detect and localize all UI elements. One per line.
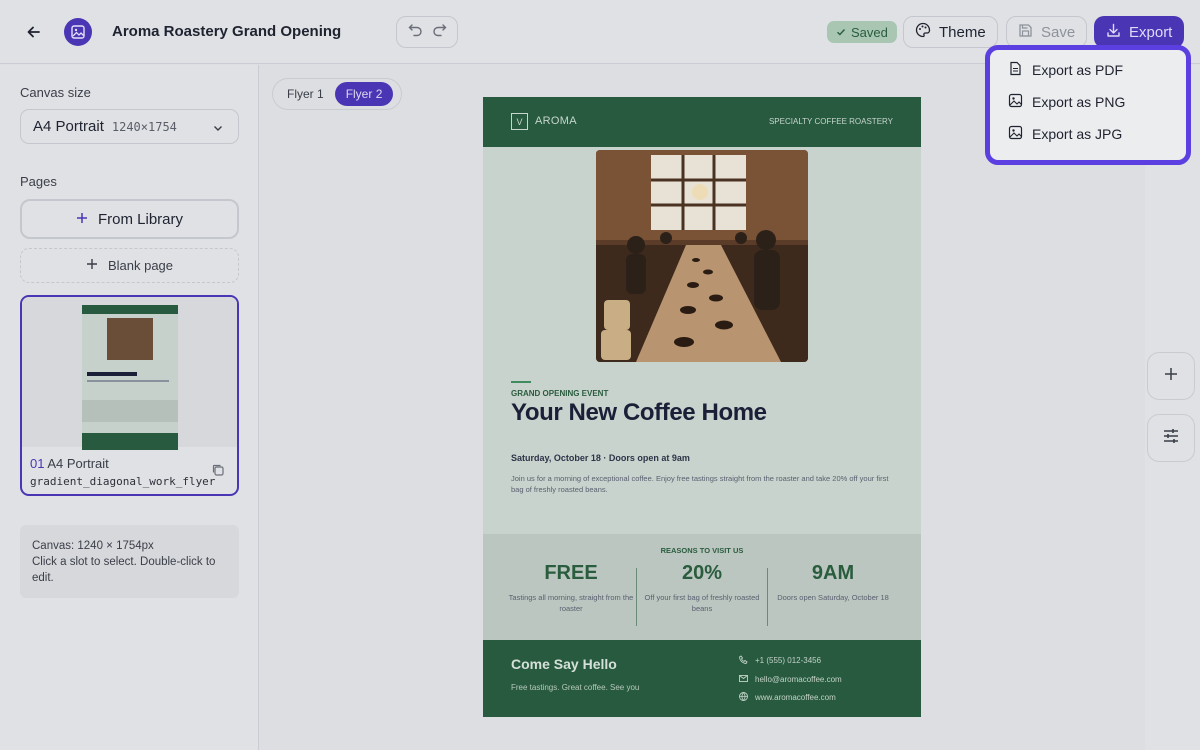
web-text: www.aromacoffee.com: [755, 693, 836, 702]
blank-page-label: Blank page: [107, 258, 174, 273]
adjust-settings-button[interactable]: [1147, 414, 1195, 462]
sliders-icon: [1162, 427, 1180, 450]
image-app-icon: [64, 18, 92, 46]
export-dropdown-menu: Export as PDF Export as PNG Export as JP…: [985, 45, 1191, 165]
from-library-button[interactable]: From Library: [20, 199, 239, 239]
flyer-header[interactable]: V AROMA SPECIALTY COFFEE ROASTERY: [483, 97, 921, 147]
image-icon: [1008, 93, 1023, 111]
email-text: hello@aromacoffee.com: [755, 675, 842, 684]
reason-value: 9AM: [811, 562, 855, 584]
brand-name: AROMA: [535, 115, 577, 127]
export-pdf-item[interactable]: Export as PDF: [994, 54, 1182, 86]
page-card[interactable]: 01 A4 Portrait gradient_diagonal_work_fl…: [20, 295, 239, 496]
export-jpg-label: Export as JPG: [1032, 126, 1123, 142]
theme-button[interactable]: Theme: [903, 16, 998, 48]
canvas-size-value: A4 Portrait: [33, 118, 104, 135]
blank-page-button[interactable]: Blank page: [20, 248, 239, 283]
plus-icon: [76, 211, 88, 228]
event-description[interactable]: Join us for a morning of exceptional cof…: [511, 473, 901, 495]
right-toolbar: [1145, 65, 1200, 750]
pages-label: Pages: [20, 174, 57, 189]
undo-icon[interactable]: [408, 22, 423, 42]
page-name: A4 Portrait: [47, 456, 109, 471]
theme-label: Theme: [939, 23, 986, 41]
canvas-info-panel: Canvas: 1240 × 1754px Click a slot to se…: [20, 525, 239, 598]
canvas-info-line: Canvas: 1240 × 1754px: [32, 540, 154, 552]
reason-text: Doors open Saturday, October 18: [777, 593, 889, 602]
canvas-size-label: Canvas size: [20, 85, 91, 100]
tab-flyer-1[interactable]: Flyer 1: [276, 82, 335, 106]
globe-icon: [739, 692, 748, 703]
accent-rule: [511, 381, 531, 383]
from-library-label: From Library: [97, 210, 183, 228]
coffee-shop-photo[interactable]: [596, 150, 808, 362]
reasons-section[interactable]: REASONS TO VISIT US FREE Tastings all mo…: [483, 534, 921, 640]
contact-web: www.aromacoffee.com: [739, 692, 836, 703]
export-label: Export: [1129, 23, 1173, 41]
footer-subtitle: Free tastings. Great coffee. See you: [511, 683, 640, 692]
phone-icon: [739, 655, 748, 666]
save-button[interactable]: Save: [1006, 16, 1088, 48]
saved-label: Saved: [851, 24, 888, 40]
reason-value: FREE: [544, 562, 598, 584]
canvas-size-dims: 1240×1754: [111, 119, 177, 134]
back-arrow-icon[interactable]: [22, 20, 46, 44]
flyer-tabs: Flyer 1 Flyer 2: [272, 78, 402, 110]
page-template-name: gradient_diagonal_work_flyer: [30, 475, 216, 488]
canvas-size-select[interactable]: A4 Portrait 1240×1754: [20, 109, 239, 144]
image-icon: [1008, 125, 1023, 143]
chevron-down-icon: [212, 121, 224, 138]
reason-item: 9AM Doors open Saturday, October 18: [768, 562, 898, 603]
event-date[interactable]: Saturday, October 18 · Doors open at 9am: [511, 453, 690, 463]
footer-title: Come Say Hello: [511, 656, 617, 672]
flyer-footer[interactable]: Come Say Hello Free tastings. Great coff…: [483, 640, 921, 717]
undo-redo-group: [396, 16, 458, 48]
saved-status-badge: Saved: [827, 21, 897, 43]
mail-icon: [739, 674, 748, 685]
page-card-number: 01 A4 Portrait: [30, 456, 109, 471]
reason-text: Off your first bag of freshly roasted be…: [644, 593, 760, 613]
event-label[interactable]: GRAND OPENING EVENT: [511, 389, 608, 398]
redo-icon[interactable]: [432, 22, 447, 42]
export-jpg-item[interactable]: Export as JPG: [994, 118, 1182, 150]
tab-flyer-2[interactable]: Flyer 2: [334, 82, 394, 106]
brand-tagline: SPECIALTY COFFEE ROASTERY: [768, 117, 893, 126]
page-number: 01: [30, 456, 45, 471]
reasons-title: REASONS TO VISIT US: [660, 546, 744, 555]
page-thumbnail: [22, 297, 237, 450]
export-pdf-label: Export as PDF: [1032, 62, 1124, 78]
export-button[interactable]: Export: [1094, 16, 1185, 48]
flyer-canvas[interactable]: V AROMA SPECIALTY COFFEE ROASTERY GRAND …: [483, 97, 921, 717]
reason-text: Tastings all morning, straight from the …: [508, 593, 634, 613]
save-label: Save: [1041, 23, 1076, 41]
export-png-item[interactable]: Export as PNG: [994, 86, 1182, 118]
brand-logo-mark: V: [511, 113, 528, 130]
document-title[interactable]: Aroma Roastery Grand Opening: [112, 23, 341, 40]
reason-value: 20%: [681, 562, 723, 584]
file-icon: [1008, 61, 1023, 79]
phone-text: +1 (555) 012-3456: [755, 656, 822, 665]
plus-icon: [1163, 366, 1179, 387]
reason-item: 20% Off your first bag of freshly roaste…: [637, 562, 767, 614]
thumbnail-preview: [82, 305, 178, 450]
contact-phone: +1 (555) 012-3456: [739, 655, 821, 666]
left-sidebar: Canvas size A4 Portrait 1240×1754 Pages …: [0, 65, 259, 750]
check-icon: [836, 25, 846, 40]
palette-icon: [915, 22, 931, 42]
reason-item: FREE Tastings all morning, straight from…: [506, 562, 636, 614]
export-png-label: Export as PNG: [1032, 94, 1126, 110]
floppy-disk-icon: [1018, 23, 1033, 42]
contact-email: hello@aromacoffee.com: [739, 674, 842, 685]
download-icon: [1106, 23, 1121, 42]
duplicate-icon[interactable]: [211, 463, 225, 482]
add-element-button[interactable]: [1147, 352, 1195, 400]
plus-icon: [86, 258, 98, 273]
canvas-help-line: Click a slot to select. Double-click to …: [32, 556, 216, 584]
flyer-title[interactable]: Your New Coffee Home: [511, 399, 767, 427]
